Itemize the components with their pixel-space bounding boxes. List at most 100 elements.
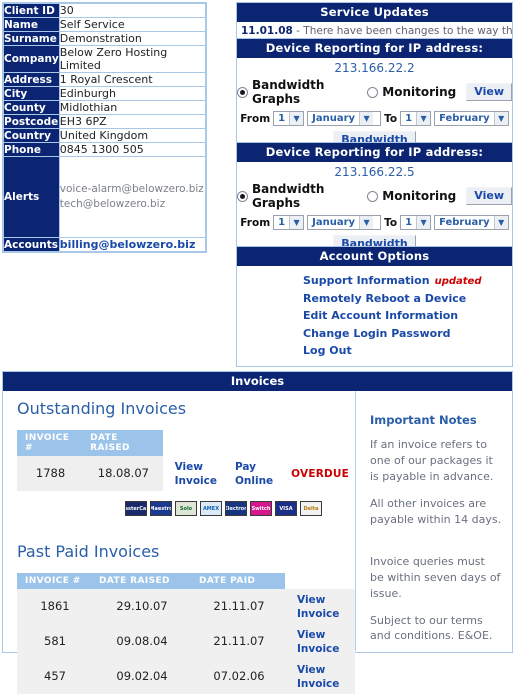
visa-electron-card-icon: Electron [225, 501, 247, 516]
past-paid-invoices-heading: Past Paid Invoices [17, 542, 160, 561]
note-terms: Subject to our terms and conditions. E&O… [370, 613, 493, 643]
link-label: Support Information [303, 274, 430, 287]
cell-pay-online: Pay Online [223, 456, 279, 491]
cell-date-raised: 18.08.07 [82, 456, 163, 491]
from-label: From [240, 216, 271, 229]
table-row: 581 09.08.04 21.11.07 View Invoice [17, 624, 355, 659]
device-date-range: From 1 ▼ January ▼ To 1 ▼ February ▼ [237, 109, 512, 130]
field-label: Address [4, 73, 59, 86]
table-header-row: INVOICE # DATE RAISED [17, 430, 355, 456]
field-label: Name [4, 18, 59, 31]
table-header-row: INVOICE # DATE RAISED DATE PAID [17, 573, 355, 589]
link-support-information[interactable]: Support Information updated [303, 272, 512, 290]
column-header-date-raised: DATE RAISED [91, 573, 191, 589]
from-day-select[interactable]: 1 ▼ [273, 111, 305, 126]
field-label: City [4, 87, 59, 100]
device-mode-options: Bandwidth Graphs Monitoring View [237, 77, 512, 109]
to-label: To [384, 216, 398, 229]
cell-view-invoice: View Invoice [285, 659, 355, 694]
from-day-select[interactable]: 1 ▼ [273, 215, 305, 230]
from-month-select[interactable]: January ▼ [307, 111, 382, 126]
invoices-main-column: Outstanding Invoices INVOICE # DATE RAIS… [3, 391, 355, 694]
monitoring-radio[interactable] [367, 86, 379, 98]
chevron-down-icon: ▼ [416, 216, 431, 229]
important-notes-column: Important Notes If an invoice refers to … [355, 391, 512, 651]
mastercard-card-icon: MasterCard [125, 501, 147, 516]
chevron-down-icon: ▼ [289, 216, 304, 229]
view-invoice-link[interactable]: View Invoice [297, 594, 339, 620]
alert-email-voice: voice-alarm@belowzero.biz [59, 182, 204, 195]
account-options-panel: Account Options Support Information updat… [236, 246, 513, 368]
from-month-value: January [312, 113, 356, 124]
view-button[interactable]: View [466, 187, 512, 205]
to-month-select[interactable]: February ▼ [434, 111, 509, 126]
field-value: 1 Royal Crescent [59, 73, 205, 86]
device-mode-options: Bandwidth Graphs Monitoring View [237, 181, 512, 213]
table-row: 457 09.02.04 07.02.06 View Invoice [17, 659, 355, 694]
past-paid-invoices-table: INVOICE # DATE RAISED DATE PAID 1861 29.… [17, 573, 355, 694]
monitoring-label: Monitoring [382, 189, 457, 203]
to-month-value: February [439, 217, 490, 228]
note-queries: Invoice queries must be within seven day… [370, 554, 501, 600]
field-value: Self Service [59, 18, 205, 31]
to-day-select[interactable]: 1 ▼ [400, 111, 432, 126]
link-change-login-password[interactable]: Change Login Password [303, 325, 512, 342]
view-button[interactable]: View [466, 83, 512, 101]
link-edit-account-information[interactable]: Edit Account Information [303, 307, 512, 324]
to-month-select[interactable]: February ▼ [434, 215, 509, 230]
monitoring-radio[interactable] [367, 190, 379, 202]
bandwidth-graphs-radio[interactable] [237, 86, 248, 98]
alerts-value: voice-alarm@belowzero.biz tech@belowzero… [59, 157, 205, 237]
alerts-row: Alerts voice-alarm@belowzero.biz tech@be… [4, 157, 205, 237]
outstanding-invoices-table: INVOICE # DATE RAISED 1788 18.08.07 View… [17, 430, 355, 491]
cell-view-invoice: View Invoice [285, 589, 355, 624]
device-date-range: From 1 ▼ January ▼ To 1 ▼ February ▼ [237, 213, 512, 234]
view-invoice-link[interactable]: View Invoice [297, 629, 339, 655]
accounts-row: Accounts billing@belowzero.biz [4, 238, 205, 251]
cell-date-raised: 09.08.04 [91, 624, 191, 659]
field-label: County [4, 101, 59, 114]
chevron-down-icon: ▼ [493, 216, 508, 229]
link-remotely-reboot-device[interactable]: Remotely Reboot a Device [303, 290, 512, 307]
cell-date-paid: 21.11.07 [191, 589, 285, 624]
cell-invoice-number: 457 [17, 659, 91, 694]
service-updates-panel: Service Updates 11.01.08 - There have be… [236, 2, 513, 42]
page-root: Client ID 30 Name Self Service Surname D… [0, 0, 515, 694]
view-invoice-link[interactable]: View Invoice [175, 461, 217, 487]
bandwidth-graphs-label: Bandwidth Graphs [252, 78, 325, 106]
pay-online-link[interactable]: Pay Online [235, 461, 273, 487]
service-updates-title: Service Updates [237, 3, 512, 22]
invoices-title: Invoices [3, 372, 512, 391]
accounts-label: Accounts [4, 238, 59, 251]
field-label: Surname [4, 32, 59, 45]
to-day-value: 1 [405, 217, 413, 228]
to-day-select[interactable]: 1 ▼ [400, 215, 432, 230]
view-invoice-link[interactable]: View Invoice [297, 664, 339, 690]
device-reporting-panel-1: Device Reporting for IP address: 213.166… [236, 38, 513, 155]
switch-card-icon: Switch [250, 501, 272, 516]
column-header-invoice: INVOICE # [17, 430, 83, 456]
cell-invoice-number: 1861 [17, 589, 91, 624]
bandwidth-graphs-radio[interactable] [237, 190, 248, 202]
accounts-email[interactable]: billing@belowzero.biz [60, 238, 196, 251]
device-panel-title: Device Reporting for IP address: [237, 143, 512, 162]
table-row: Name Self Service [4, 18, 205, 31]
column-header-date-raised: DATE RAISED [82, 430, 163, 456]
field-label: Phone [4, 143, 59, 156]
chevron-down-icon: ▼ [416, 112, 431, 125]
column-header-date-paid: DATE PAID [191, 573, 285, 589]
from-month-select[interactable]: January ▼ [307, 215, 382, 230]
to-label: To [384, 112, 398, 125]
client-details-table: Client ID 30 Name Self Service Surname D… [2, 2, 207, 253]
accounts-value-cell: billing@belowzero.biz [59, 238, 205, 251]
from-day-value: 1 [278, 217, 286, 228]
link-log-out[interactable]: Log Out [303, 342, 512, 359]
field-label: Client ID [4, 4, 59, 17]
field-value: EH3 6PZ [59, 115, 205, 128]
alert-email-tech: tech@belowzero.biz [59, 198, 166, 210]
table-row: Surname Demonstration [4, 32, 205, 45]
table-row: Phone 0845 1300 505 [4, 143, 205, 156]
solo-card-icon: Solo [175, 501, 197, 516]
device-ip-address: 213.166.22.5 [334, 165, 415, 179]
invoices-panel: Invoices Outstanding Invoices INVOICE # … [2, 371, 513, 694]
